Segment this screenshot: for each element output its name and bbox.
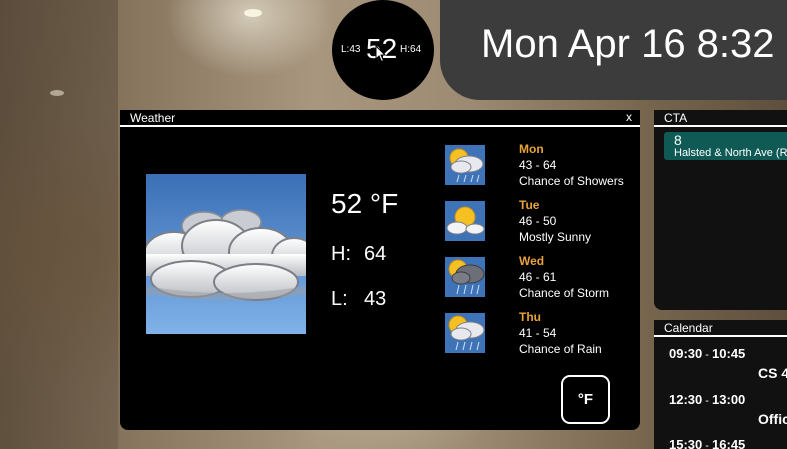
forecast-range: 43 - 64 (519, 158, 557, 172)
mouse-cursor-icon (375, 45, 387, 63)
event-start: 15:30 (669, 437, 703, 449)
event-end: 13:00 (712, 392, 746, 407)
event-title[interactable]: Offic (758, 411, 787, 427)
storm-icon (445, 257, 485, 297)
high-temperature: H: 64 (331, 243, 386, 266)
forecast-day: Wed 46 - 61 Chance of Storm (519, 253, 609, 301)
clock-datetime: Mon Apr 16 8:32 (481, 22, 775, 66)
forecast-range: 41 - 54 (519, 326, 557, 340)
cta-title: CTA (654, 110, 787, 127)
weather-panel: Weather x 52 °F H: 64 L: 43 Mon 43 - 64 … (120, 110, 640, 430)
route-number: 8 (674, 132, 682, 148)
rain-icon (445, 313, 485, 353)
ceiling-light (50, 90, 64, 96)
partly-cloudy-showers-icon (445, 145, 485, 185)
cloudy-icon (146, 174, 306, 334)
event-title[interactable]: CS 4 (758, 365, 787, 381)
event-time: 15:30 - 16:45 (669, 437, 745, 449)
forecast-day-name: Mon (519, 142, 544, 156)
event-start: 12:30 (669, 392, 703, 407)
forecast-day: Thu 41 - 54 Chance of Rain (519, 309, 602, 357)
forecast-day-name: Thu (519, 310, 541, 324)
event-end: 10:45 (712, 346, 746, 361)
unit-toggle-button[interactable]: °F (561, 375, 610, 424)
temp-low: L:43 (341, 44, 361, 55)
ceiling-light (244, 9, 262, 17)
calendar-panel: Calendar 09:30 - 10:45 CS 4 12:30 - 13:0… (654, 320, 787, 449)
forecast-day-name: Tue (519, 198, 540, 212)
cta-panel: CTA 8 Halsted & North Ave (Re (654, 110, 787, 310)
forecast-range: 46 - 50 (519, 214, 557, 228)
forecast-description: Chance of Rain (519, 342, 602, 356)
forecast-description: Chance of Showers (519, 174, 624, 188)
forecast-description: Chance of Storm (519, 286, 610, 300)
event-end: 16:45 (712, 437, 746, 449)
clock-panel: Mon Apr 16 8:32 (440, 0, 787, 100)
high-value: 64 (364, 243, 387, 265)
weather-titlebar: Weather x (120, 110, 640, 127)
mostly-sunny-icon (445, 201, 485, 241)
forecast-day: Tue 46 - 50 Mostly Sunny (519, 197, 591, 245)
weather-title: Weather (130, 111, 176, 125)
close-button[interactable]: x (626, 110, 632, 124)
forecast-day-name: Wed (519, 254, 545, 268)
route-stop: Halsted & North Ave (Re (674, 147, 787, 159)
cta-route-item[interactable]: 8 Halsted & North Ave (Re (664, 132, 787, 160)
calendar-title: Calendar (654, 320, 787, 337)
forecast-day: Mon 43 - 64 Chance of Showers (519, 141, 624, 189)
forecast-description: Mostly Sunny (519, 230, 592, 244)
current-temperature: 52 °F (331, 188, 399, 219)
low-label: L: (331, 288, 348, 310)
event-start: 09:30 (669, 346, 703, 361)
temperature-widget[interactable]: L:43 52 H:64 (332, 0, 434, 100)
temp-high: H:64 (400, 44, 422, 55)
low-temperature: L: 43 (331, 288, 386, 311)
forecast-range: 46 - 61 (519, 270, 557, 284)
background-mirror (0, 0, 118, 449)
high-label: H: (331, 243, 351, 265)
event-time: 12:30 - 13:00 (669, 392, 746, 407)
event-time: 09:30 - 10:45 (669, 346, 746, 361)
low-value: 43 (364, 288, 387, 310)
